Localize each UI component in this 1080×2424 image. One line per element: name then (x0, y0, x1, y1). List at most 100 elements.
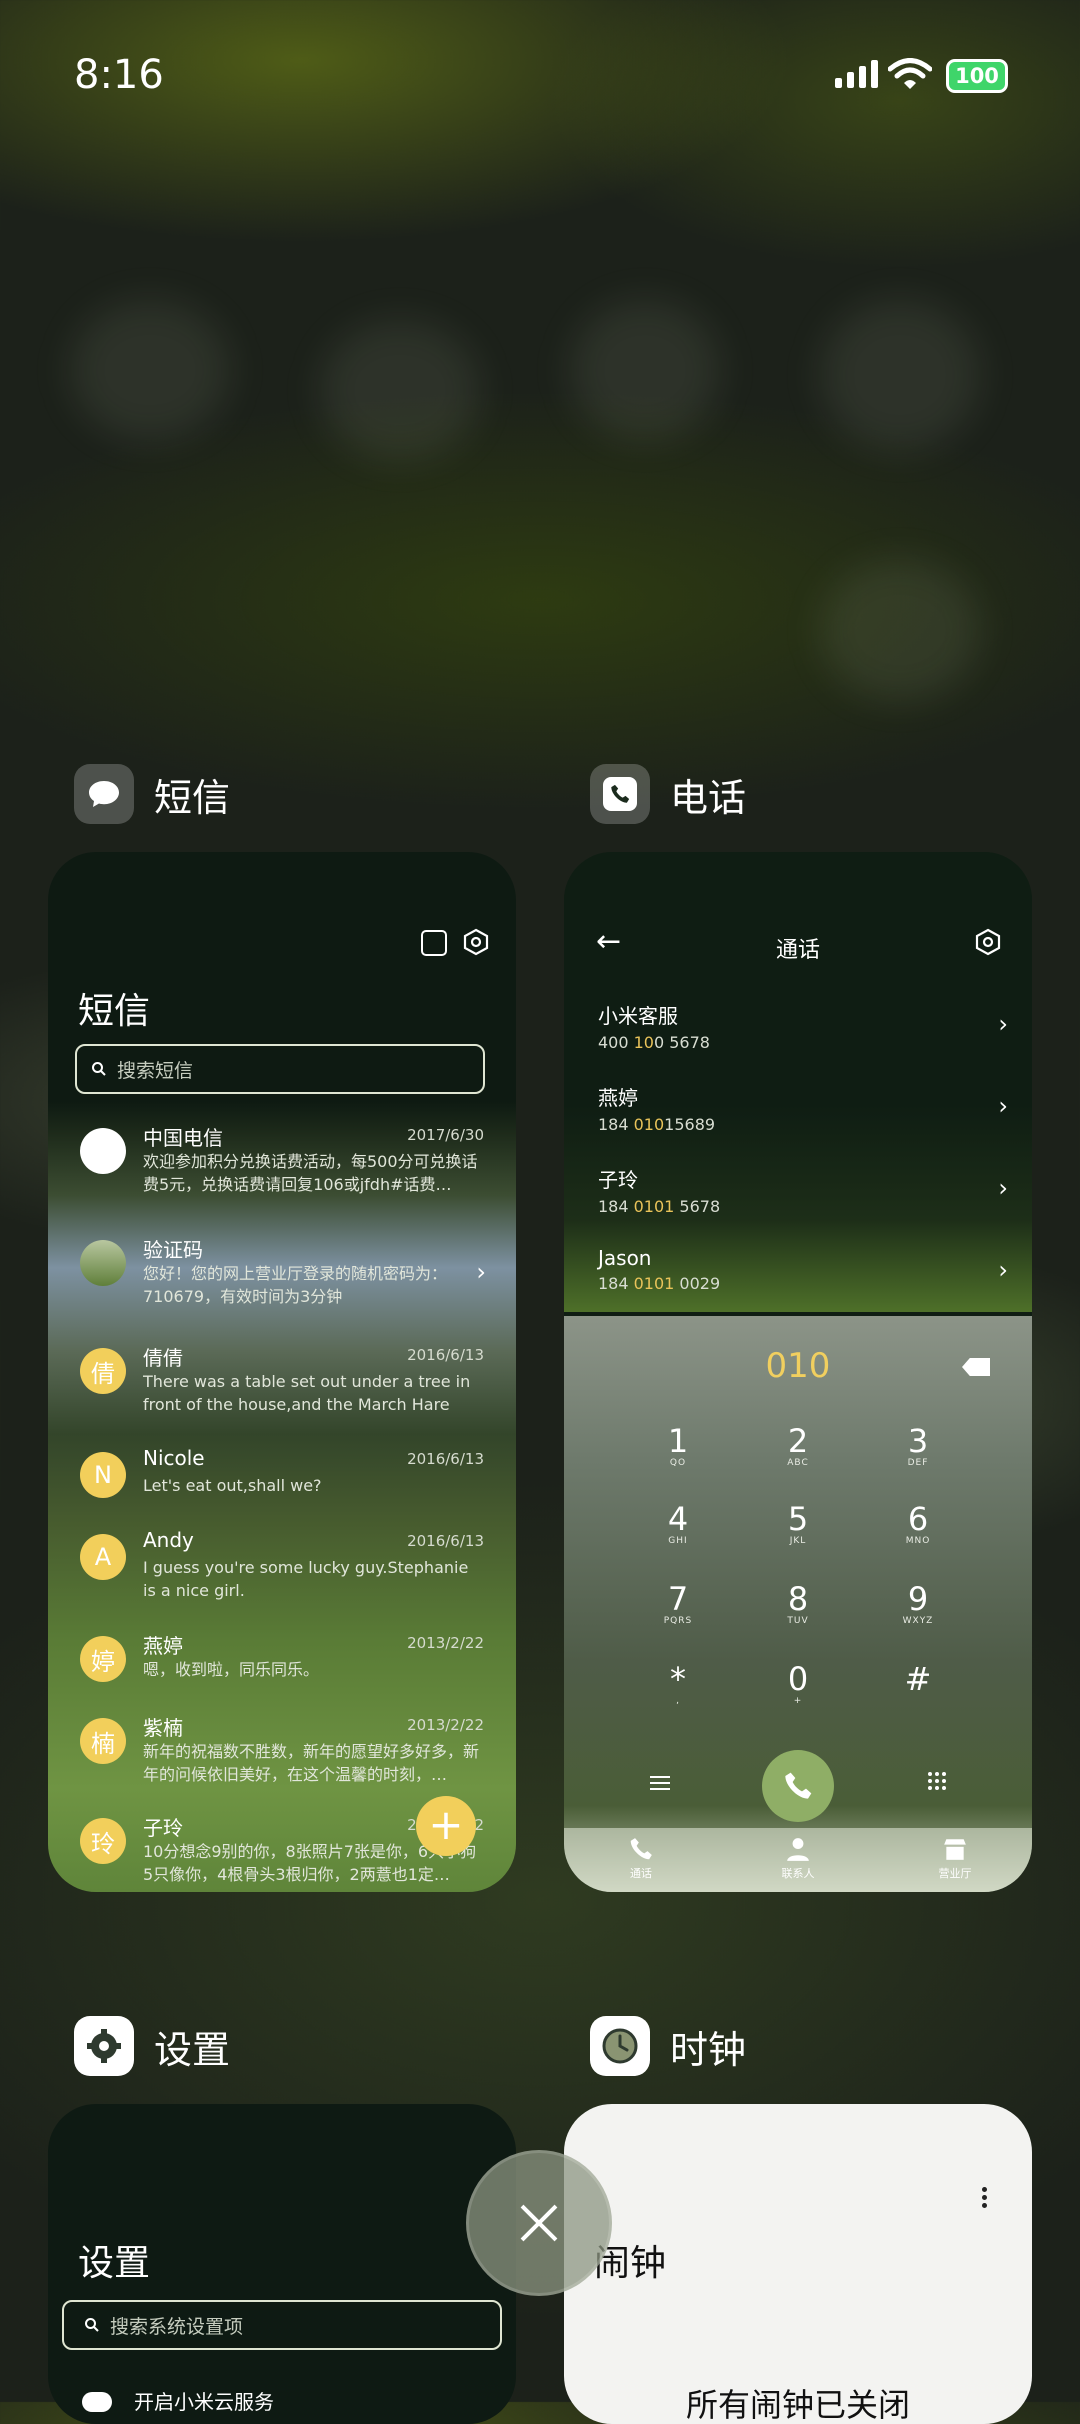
dial-key[interactable]: 4 GHI (628, 1502, 728, 1546)
dial-key[interactable]: # (868, 1662, 968, 1696)
call-number-match: 010 (633, 1115, 665, 1134)
settings-app-label: 设置 (154, 2027, 231, 2072)
phone-bottom-tabs: 通话 联系人 营业厅 (564, 1828, 1032, 1892)
recent-calls-panel: ← 通话 小米客服 400 100 5678 › 燕婷 184 01015689 › 子玲 1… (564, 852, 1032, 1312)
more-options-icon[interactable] (982, 2184, 988, 2211)
message-snippet: There was a table set out under a tree i… (143, 1372, 471, 1414)
status-bar: 8:16 100 (0, 0, 1080, 150)
phone-app-label: 电话 (670, 775, 747, 820)
message-snippet: I guess you're some lucky guy.Stephanie … (143, 1558, 469, 1600)
dial-key[interactable]: 9 WXYZ (868, 1582, 968, 1626)
tab-calls[interactable]: 通话 (581, 1836, 701, 1881)
message-sender: 倩倩 (143, 1346, 183, 1370)
clock-app-header[interactable]: 时钟 (590, 2016, 746, 2076)
dial-key[interactable]: *, (628, 1662, 728, 1706)
dial-key-digit: 2 (787, 1422, 809, 1460)
settings-search-placeholder: 搜索系统设置项 (110, 2315, 244, 2338)
call-number-prefix: 184 (598, 1197, 634, 1216)
settings-hexagon-icon[interactable] (974, 928, 1002, 956)
clear-all-button[interactable] (466, 2150, 612, 2296)
new-message-button[interactable]: + (416, 1796, 476, 1856)
chevron-right-icon: › (998, 1174, 1008, 1202)
chevron-right-icon: › (998, 1092, 1008, 1120)
gear-icon (74, 2016, 134, 2076)
wallpaper-blob (820, 560, 980, 700)
person-icon (787, 1838, 809, 1861)
call-number: 184 0101 0029 (598, 1274, 1008, 1293)
dial-key[interactable]: 8 TUV (748, 1582, 848, 1626)
contact-avatar: A (80, 1534, 126, 1580)
settings-app-card[interactable]: 设置 搜索系统设置项 开启小米云服务 (48, 2104, 516, 2424)
message-date: 2016/6/13 (407, 1450, 484, 1468)
settings-app-header[interactable]: 设置 (74, 2016, 230, 2076)
message-sender: 紫楠 (143, 1716, 183, 1740)
battery-icon: 100 (946, 59, 1008, 93)
call-number: 184 01015689 (598, 1115, 1008, 1134)
dial-key-digit: 5 (787, 1500, 809, 1538)
contact-avatar: 玲 (80, 1818, 126, 1864)
settings-search-input[interactable]: 搜索系统设置项 (62, 2300, 502, 2350)
message-bubble-icon (74, 764, 134, 824)
sms-search-input[interactable]: 搜索短信 (75, 1044, 485, 1094)
call-item[interactable]: 燕婷 184 01015689 › (598, 1082, 1008, 1134)
call-contact-name: Jason (598, 1246, 652, 1270)
dial-key-digit: 6 (907, 1500, 929, 1538)
call-number-match: 0101 (633, 1197, 675, 1216)
menu-icon[interactable] (650, 1772, 670, 1794)
message-sender: Nicole (143, 1446, 205, 1470)
wallpaper-blob (820, 300, 980, 450)
contact-avatar: 婷 (80, 1636, 126, 1682)
dial-key[interactable]: 0 + (748, 1662, 848, 1706)
call-item[interactable]: Jason 184 0101 0029 › (598, 1246, 1008, 1293)
call-item[interactable]: 子玲 184 0101 5678 › (598, 1164, 1008, 1216)
keypad-toggle-icon[interactable] (928, 1772, 948, 1790)
wallpaper-blob (320, 320, 480, 460)
tab-store[interactable]: 营业厅 (895, 1836, 1015, 1881)
store-icon (944, 1839, 966, 1860)
phone-app-header[interactable]: 电话 (590, 764, 746, 824)
sms-app-label: 短信 (154, 775, 231, 820)
dial-key-letters: GHI (668, 1536, 688, 1546)
select-checkbox-icon[interactable] (421, 930, 447, 956)
message-date: 2013/2/22 (407, 1716, 484, 1734)
clock-app-card[interactable]: 闹钟 所有闹钟已关闭 (564, 2104, 1032, 2424)
phone-app-card[interactable]: ← 通话 小米客服 400 100 5678 › 燕婷 184 01015689 › 子玲 1… (564, 852, 1032, 1892)
dial-key-digit: 1 (667, 1422, 689, 1460)
cloud-icon (82, 2392, 112, 2412)
dial-key-letters: ABC (787, 1458, 809, 1468)
settings-item-cloud[interactable]: 开启小米云服务 (134, 2386, 274, 2415)
dial-key-digit: 7 (667, 1580, 689, 1618)
dial-key-digit: 8 (787, 1580, 809, 1618)
message-date: 2016/6/13 (407, 1346, 484, 1364)
tab-store-label: 营业厅 (938, 1867, 972, 1880)
dial-key[interactable]: 6 MNO (868, 1502, 968, 1546)
sms-page-title: 短信 (78, 991, 151, 1032)
dial-key[interactable]: 3 DEF (868, 1424, 968, 1468)
phone-handset-icon (630, 1838, 652, 1860)
call-number-prefix: 400 (598, 1033, 634, 1052)
dial-key[interactable]: 5 JKL (748, 1502, 848, 1546)
call-item[interactable]: 小米客服 400 100 5678 › (598, 1000, 1008, 1052)
dial-key-letters: + (793, 1696, 803, 1706)
message-snippet: 嗯，收到啦，同乐同乐。 (143, 1660, 320, 1679)
tab-contacts[interactable]: 联系人 (738, 1836, 858, 1881)
settings-hexagon-icon[interactable] (462, 928, 490, 956)
call-number-suffix: 15689 (664, 1115, 716, 1134)
contact-avatar: 倩 (80, 1348, 126, 1394)
contact-avatar: N (80, 1452, 126, 1498)
dial-key[interactable]: 7 PQRS (628, 1582, 728, 1626)
dial-key-letters: WXYZ (902, 1616, 934, 1626)
phone-app-icon (590, 764, 650, 824)
call-number-suffix: 0029 (674, 1274, 721, 1293)
call-contact-name: 燕婷 (598, 1086, 638, 1110)
tab-contacts-label: 联系人 (781, 1867, 815, 1880)
sms-app-header[interactable]: 短信 (74, 764, 230, 824)
clock-app-label: 时钟 (670, 2027, 747, 2072)
landscape-avatar (80, 1240, 126, 1286)
contact-avatar: 楠 (80, 1718, 126, 1764)
sms-app-card[interactable]: 短信 搜索短信 中国电信 2017/6/30 欢迎参加积分兑换话费活动，每500分可… (48, 852, 516, 1892)
dial-key[interactable]: 1 QO (628, 1424, 728, 1468)
dial-key-digit: 9 (907, 1580, 929, 1618)
call-button[interactable] (762, 1750, 834, 1822)
dial-key[interactable]: 2 ABC (748, 1424, 848, 1468)
